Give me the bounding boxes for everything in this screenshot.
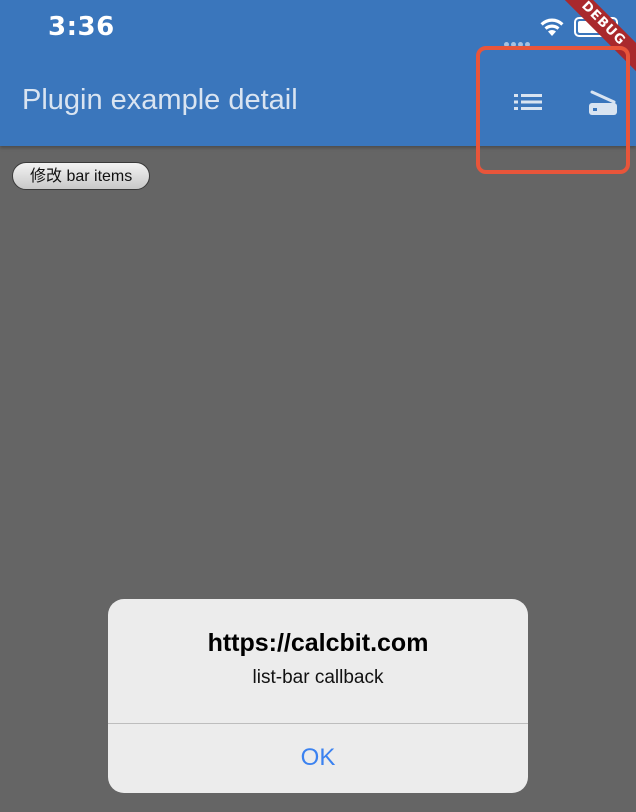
modify-bar-items-button[interactable]: 修改 bar items xyxy=(12,162,151,190)
alert-ok-button[interactable]: OK xyxy=(108,724,528,793)
cellular-signal-icon xyxy=(504,32,534,47)
alert-title: https://calcbit.com xyxy=(207,629,429,657)
status-bar-time: 3:36 xyxy=(48,12,115,42)
page-title: Plugin example detail xyxy=(22,84,298,116)
alert-message: list-bar callback xyxy=(252,667,384,688)
alert-dialog: https://calcbit.com list-bar callback OK xyxy=(108,599,528,793)
app-bar: 3:36 DEBUG Plugin example detail xyxy=(0,0,636,174)
actions-highlight-box xyxy=(476,46,630,174)
